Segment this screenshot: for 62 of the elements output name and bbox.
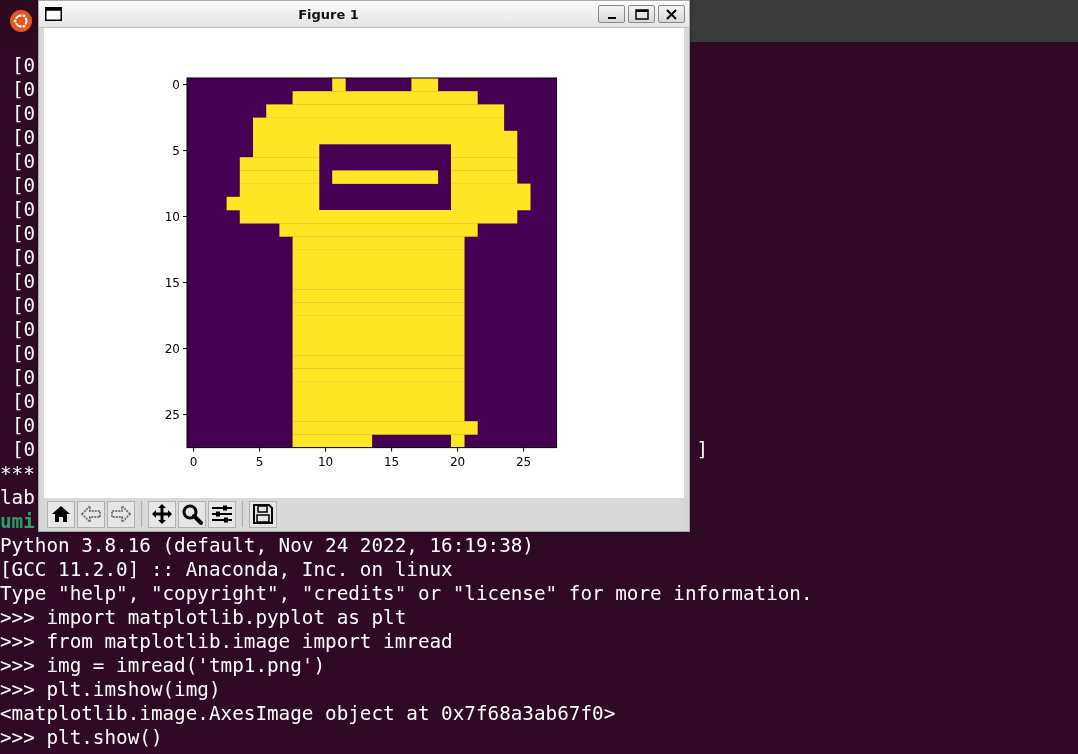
axis-tick-label: 5 [255, 454, 264, 469]
terminal-line: >>> img = imread('tmp1.png') [0, 654, 326, 678]
terminal-line: lab [0, 486, 35, 510]
axis-tick-label: 25 [515, 454, 532, 469]
terminal-line: [GCC 11.2.0] :: Anaconda, Inc. on linux [0, 558, 453, 582]
terminal-line: Type "help", "copyright", "credits" or "license" for more information. [0, 582, 813, 606]
terminal-line: [0 [11, 438, 36, 462]
terminal-line: [0 [11, 174, 36, 198]
terminal-line: [0 [11, 198, 36, 222]
terminal-line: [0 [11, 54, 36, 78]
terminal-line: [0 [11, 414, 36, 438]
terminal-line: [0 [11, 246, 36, 270]
axis-tick-label: 10 [317, 454, 334, 469]
sliders-icon [211, 503, 233, 525]
minimize-button[interactable] [598, 5, 625, 23]
terminal-line: >>> import matplotlib.pyplot as plt [0, 606, 407, 630]
terminal-line: [0 [11, 222, 36, 246]
toolbar-button[interactable] [208, 500, 236, 528]
close-button[interactable] [658, 5, 685, 23]
right-arrow-icon [110, 503, 132, 525]
terminal-line: >>> from matplotlib.image import imread [0, 630, 453, 654]
move-icon [151, 503, 173, 525]
window-title: Figure 1 [297, 6, 360, 22]
minimize-icon [607, 17, 616, 19]
terminal-line: ] [696, 438, 708, 462]
terminal-line: [0 [11, 270, 36, 294]
terminal-line: >>> plt.imshow(img) [0, 678, 221, 702]
maximize-icon [634, 8, 649, 20]
axis-tick-label: 25 [164, 408, 180, 423]
toolbar-button[interactable] [178, 500, 206, 528]
axis-tick-label: 15 [383, 454, 400, 469]
terminal-line: [0 [11, 150, 36, 174]
axis-tick-label: 20 [164, 342, 180, 357]
axis-tick-label: 20 [449, 454, 466, 469]
left-arrow-icon [80, 503, 102, 525]
prompt-text: umi [0, 510, 35, 534]
terminal-line: Python 3.8.16 (default, Nov 24 2022, 16:19:38) [0, 534, 534, 558]
search-icon [181, 503, 203, 525]
terminal-line: [0 [11, 102, 36, 126]
terminal-line: [0 [11, 294, 36, 318]
terminal-line: [0 [11, 366, 36, 390]
terminal-line: *** [0, 462, 35, 486]
terminal-line: [0 [11, 78, 36, 102]
axis-tick-label: 0 [172, 78, 180, 93]
axis-tick-label: 10 [164, 210, 180, 225]
axis-tick-label: 5 [172, 144, 180, 159]
terminal-line: [0 [11, 318, 36, 342]
terminal-line: <matplotlib.image.AxesImage object at 0x7f68a3ab67f0> [0, 702, 616, 726]
close-icon [666, 8, 677, 20]
window-icon[interactable] [45, 7, 62, 21]
axis-tick-label: 15 [164, 276, 180, 291]
axis-tick-label: 0 [189, 454, 198, 469]
toolbar-button[interactable] [249, 500, 277, 528]
home-icon [50, 503, 72, 525]
terminal-line: [0 [11, 342, 36, 366]
toolbar-button[interactable] [148, 500, 176, 528]
terminal-line: [0 [11, 390, 36, 414]
maximize-button[interactable] [628, 5, 655, 23]
terminal-line: >>> plt.show() [0, 726, 163, 750]
ubuntu-logo-icon[interactable] [10, 10, 32, 32]
toolbar-button[interactable] [47, 500, 75, 528]
terminal-line: [0 [11, 126, 36, 150]
